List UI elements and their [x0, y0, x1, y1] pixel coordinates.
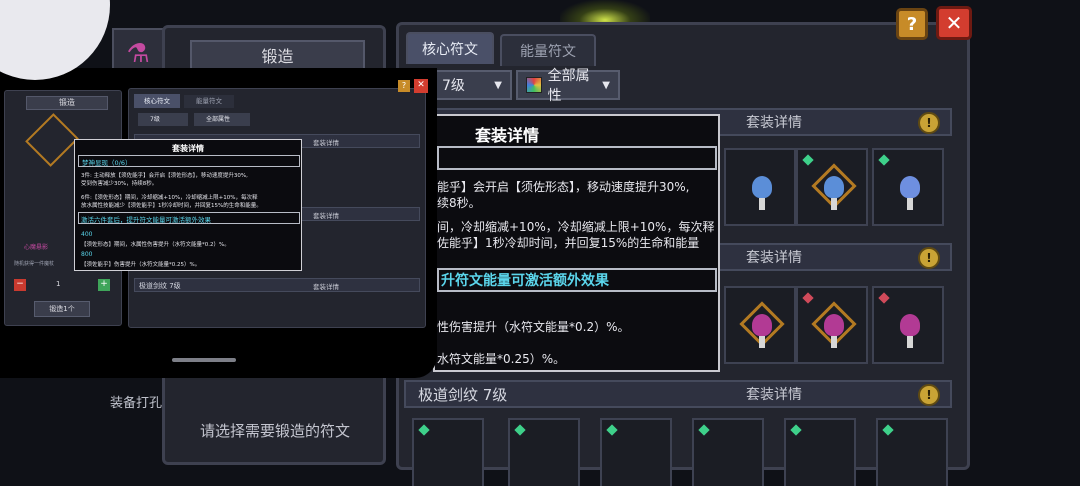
rune-icon	[890, 166, 930, 212]
mini-tooltip-line: 6件:【须佐形态】期间，冷却缩减+10%，冷却缩减上限+10%，每次释	[81, 195, 258, 201]
rune-slot[interactable]	[796, 148, 868, 226]
mini-level-filter[interactable]: 7级	[138, 113, 188, 126]
mini-set-title: 极道剑纹 7级	[139, 282, 181, 290]
tooltip-set-name-box	[437, 146, 717, 170]
tooltip-line: 佐能乎】1秒冷却时间，并回复15%的生命和能量	[437, 236, 700, 250]
forge-title: 锻造	[190, 40, 365, 70]
rune-icon	[890, 304, 930, 350]
info-icon[interactable]: !	[918, 247, 940, 269]
mini-attribute-filter[interactable]: 全部属性	[194, 113, 250, 126]
mini-tooltip-line: 放水属性技能减少【须佐能乎】1秒冷却时间，并回复15%的生命和能量。	[81, 203, 262, 209]
rune-slot[interactable]	[872, 286, 944, 364]
mini-set-details-link[interactable]: 套装详情	[313, 210, 339, 220]
mini-tooltip-line: 3件: 主动释放【须佐能乎】会开启【须佐形态】，移动速度提升30%,	[81, 173, 248, 179]
tooltip-line: 性伤害提升（水符文能量*0.2）%。	[437, 320, 630, 334]
tooltip-line: 水符文能量*0.25）%。	[437, 352, 566, 366]
rune-slot[interactable]	[796, 286, 868, 364]
mini-forge-title: 锻造	[26, 96, 108, 110]
rune-icon	[811, 163, 857, 212]
mini-energy-value: 400	[81, 231, 93, 238]
mini-set-header: 极道剑纹 7级 套装详情	[134, 278, 420, 292]
mini-set-details-link[interactable]: 套装详情	[313, 137, 339, 147]
plus-button[interactable]: +	[98, 279, 110, 291]
rune-icon	[742, 166, 782, 212]
mini-set-details-link[interactable]: 套装详情	[313, 281, 339, 291]
info-icon[interactable]: !	[918, 384, 940, 406]
attribute-filter-value: 全部属性	[547, 68, 590, 104]
mini-tooltip-set-box: 梦神显现（0/6）	[78, 155, 300, 167]
drag-handle[interactable]	[172, 358, 236, 362]
attribute-filter-dropdown[interactable]: 全部属性 ▼	[516, 68, 620, 104]
rune-slot[interactable]	[508, 418, 580, 486]
tab-energy-rune[interactable]: 能量符文	[500, 34, 596, 66]
forge-one-button[interactable]: 锻造1个	[34, 301, 90, 317]
mini-tooltip-line: 【须佐能乎】伤害提升（水符文能量*0.25）%。	[81, 262, 201, 268]
rune-slot[interactable]	[600, 418, 672, 486]
mini-energy-value: 800	[81, 251, 93, 258]
quantity-value: 1	[56, 280, 61, 288]
mini-activate-text: 激活六件套后，提升符文能量可激活额外效果	[81, 216, 211, 224]
tooltip-title: 套装详情	[475, 126, 540, 145]
level-filter-dropdown[interactable]: 7级 ▼	[432, 70, 512, 100]
tab-core-rune[interactable]: 核心符文	[406, 32, 494, 64]
mini-close-button[interactable]: ✕	[414, 79, 428, 93]
info-icon[interactable]: !	[918, 112, 940, 134]
rune-set-header: 极道剑纹 7级 套装详情 !	[404, 380, 952, 408]
rune-slot[interactable]	[872, 148, 944, 226]
mini-help-button[interactable]: ?	[398, 80, 410, 92]
rune-set-title: 极道剑纹 7级	[418, 385, 508, 404]
set-details-link[interactable]: 套装详情	[746, 112, 802, 132]
rune-icon	[739, 301, 785, 350]
overlay-preview: 锻造 心魔悬影 随机获得一件魔杖 − 1 + 锻造1个 核心符文 能量符文 7级…	[0, 68, 437, 378]
equip-socket-label[interactable]: 装备打孔	[110, 392, 162, 411]
rune-slot[interactable]	[724, 148, 796, 226]
rune-slot[interactable]	[876, 418, 948, 486]
tooltip-activate-text: 升符文能量可激活额外效果	[437, 268, 717, 292]
mini-tab-core-rune[interactable]: 核心符文	[134, 94, 180, 108]
rune-slot[interactable]	[724, 286, 796, 364]
mini-tooltip-line: 受到伤害减少30%，持续8秒。	[81, 181, 158, 187]
mini-tooltip-title: 套装详情	[172, 144, 204, 153]
rune-icon	[811, 301, 857, 350]
chevron-down-icon: ▼	[494, 79, 502, 91]
rune-slot[interactable]	[412, 418, 484, 486]
tooltip-line: 能乎】会开启【须佐形态】，移动速度提升30%,	[437, 180, 690, 194]
set-details-link[interactable]: 套装详情	[746, 247, 802, 267]
help-button[interactable]: ?	[896, 8, 928, 40]
attribute-swatch-icon	[526, 77, 542, 93]
mini-set-name: 梦神显现（0/6）	[82, 159, 132, 167]
mini-rune-name: 心魔悬影	[24, 244, 49, 251]
tooltip-line: 续8秒。	[437, 196, 481, 210]
rune-slot[interactable]	[784, 418, 856, 486]
tooltip-line: 间，冷却缩减+10%，冷却缩减上限+10%，每次释	[437, 220, 715, 234]
mini-hint: 随机获得一件魔杖	[14, 261, 55, 267]
chevron-down-icon: ▼	[602, 79, 610, 91]
level-filter-value: 7级	[442, 78, 465, 94]
forge-hint: 请选择需要锻造的符文	[199, 422, 350, 440]
minus-button[interactable]: −	[14, 279, 26, 291]
mini-tooltip-line: 【须佐形态】期间，水属性伤害提升（水符文能量*0.2）%。	[81, 242, 230, 248]
set-details-link[interactable]: 套装详情	[746, 384, 802, 404]
close-button[interactable]: ✕	[936, 6, 972, 40]
mini-tooltip-activate-box: 激活六件套后，提升符文能量可激活额外效果	[78, 212, 300, 224]
set-details-tooltip: 套装详情 能乎】会开启【须佐形态】，移动速度提升30%, 续8秒。 间，冷却缩减…	[433, 114, 720, 372]
mini-set-details-tooltip: 套装详情 梦神显现（0/6） 3件: 主动释放【须佐能乎】会开启【须佐形态】，移…	[74, 139, 302, 271]
rune-slot[interactable]	[692, 418, 764, 486]
mini-tab-energy-rune[interactable]: 能量符文	[184, 95, 234, 108]
